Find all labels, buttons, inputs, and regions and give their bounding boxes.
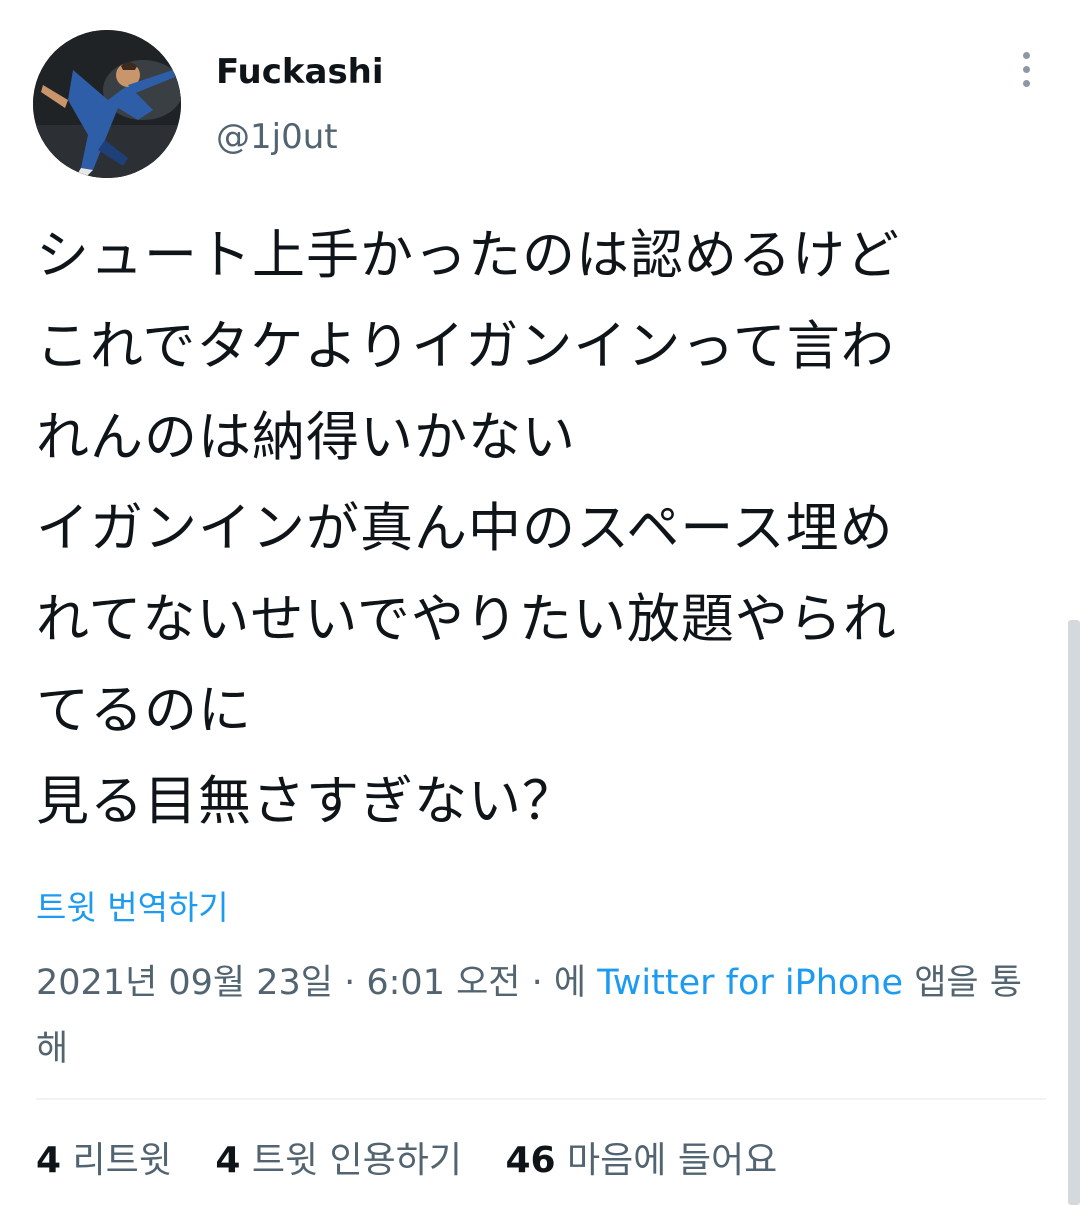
- likes-count: 46: [505, 1140, 556, 1181]
- likes-label: 마음에 들어요: [567, 1140, 778, 1181]
- quotes-count: 4: [215, 1140, 241, 1181]
- scrollbar[interactable]: [1068, 620, 1080, 1205]
- more-dot: [1022, 52, 1030, 59]
- divider: [36, 1098, 1046, 1100]
- more-dot: [1022, 66, 1030, 73]
- user-handle[interactable]: @1j0ut: [216, 117, 338, 157]
- more-dot: [1022, 80, 1030, 87]
- tweet-meta: 2021년 09월 23일 · 6:01 오전 · 에 Twitter for …: [36, 950, 1046, 1082]
- avatar-photo: [33, 30, 181, 178]
- tweet-source-link[interactable]: Twitter for iPhone: [597, 963, 903, 1003]
- avatar[interactable]: [33, 30, 181, 178]
- retweets-stat[interactable]: 4 리트윗: [36, 1133, 172, 1189]
- likes-stat[interactable]: 46 마음에 들어요: [505, 1133, 777, 1189]
- retweets-count: 4: [36, 1140, 62, 1181]
- retweets-label: 리트윗: [72, 1140, 172, 1181]
- engagement-stats: 4 리트윗 4 트윗 인용하기 46 마음에 들어요: [36, 1133, 809, 1189]
- display-name[interactable]: Fuckashi: [216, 52, 384, 92]
- quotes-stat[interactable]: 4 트윗 인용하기: [215, 1133, 462, 1189]
- tweet-timestamp[interactable]: 2021년 09월 23일 · 6:01 오전 · 에: [36, 963, 586, 1003]
- translate-tweet-link[interactable]: 트윗 번역하기: [36, 886, 229, 930]
- quotes-label: 트윗 인용하기: [251, 1140, 463, 1181]
- more-vertical-icon[interactable]: [1008, 52, 1044, 96]
- tweet-text: シュート上手かったのは認めるけど これでタケよりイガンインって言わ れんのは納得…: [36, 225, 900, 832]
